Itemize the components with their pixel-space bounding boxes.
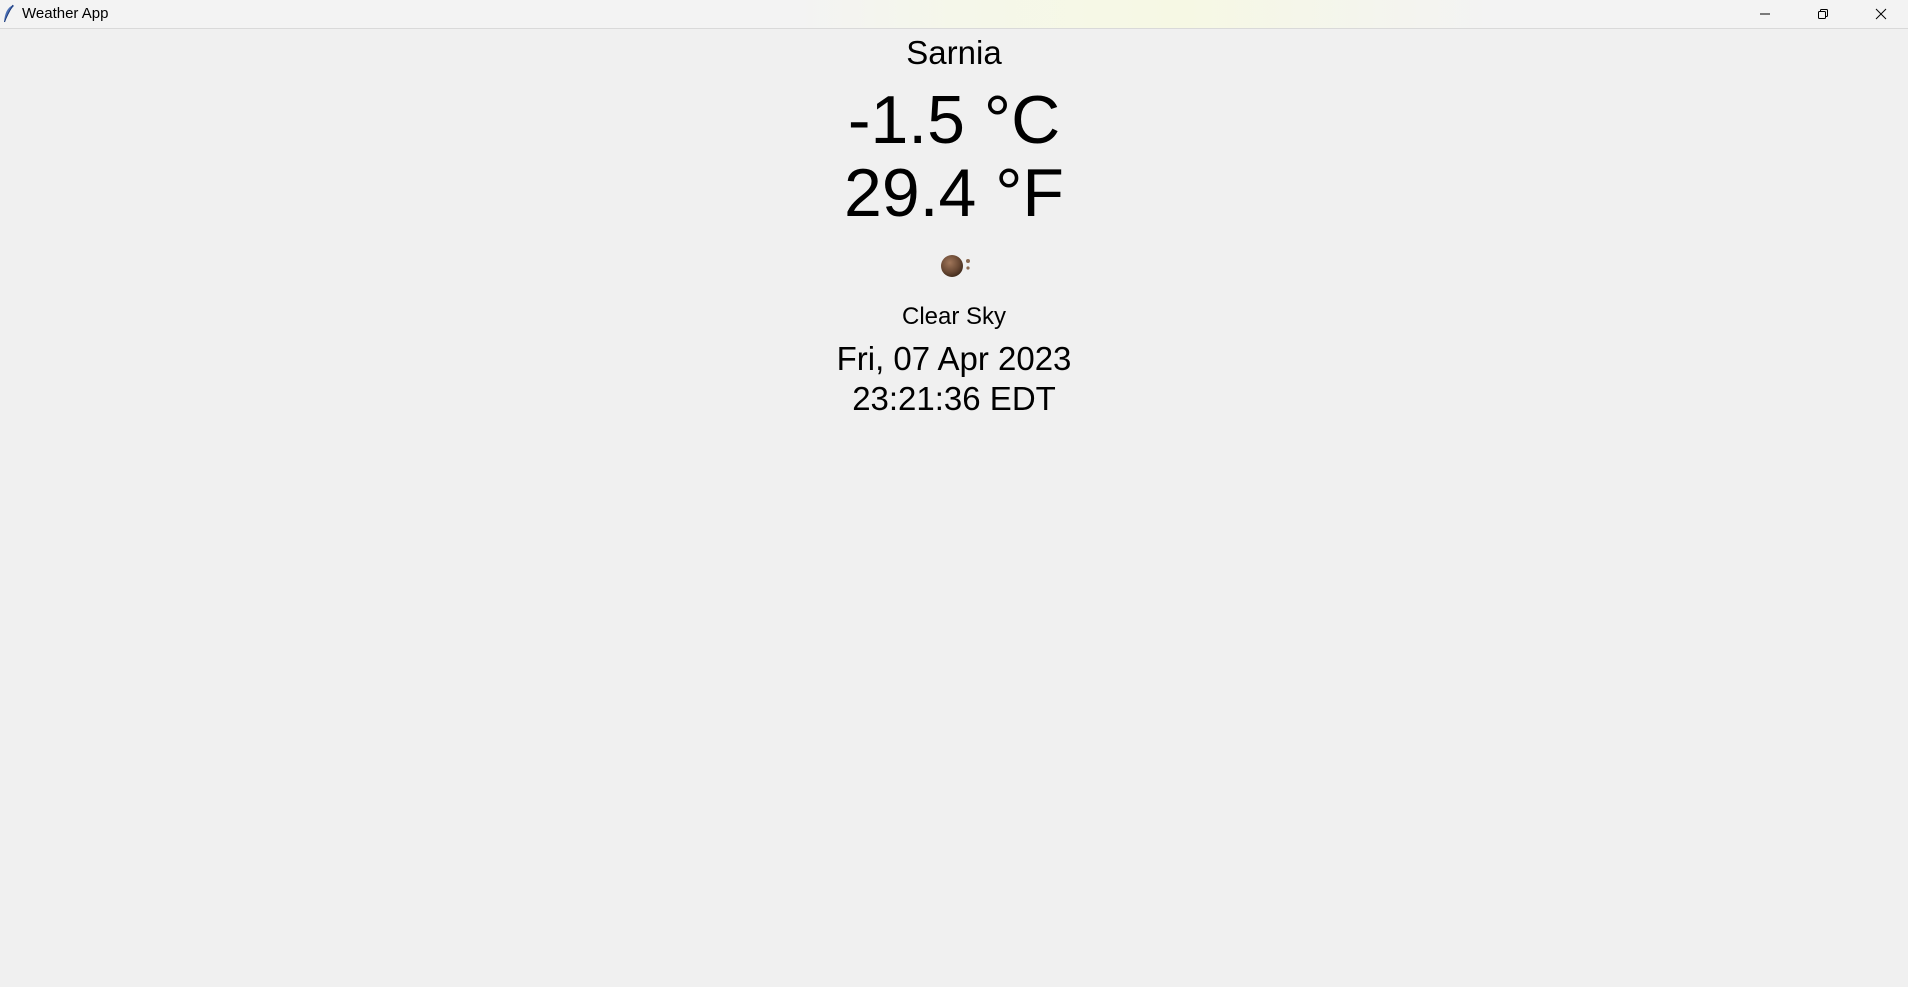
temperature-fahrenheit: 29.4 °F: [844, 155, 1064, 231]
weather-description: Clear Sky: [901, 303, 1007, 330]
close-button[interactable]: [1852, 0, 1908, 28]
close-icon: [1875, 8, 1887, 20]
feather-icon: [2, 4, 16, 24]
weather-app-window: Weather App Sarnia -1.5 °C 29.4 °F Clear…: [0, 0, 1908, 987]
moon-icon: [938, 251, 974, 279]
current-date: Fri, 07 Apr 2023: [836, 340, 1072, 377]
city-name: Sarnia: [906, 34, 1002, 71]
weather-panel: Sarnia -1.5 °C 29.4 °F Clear Sky Fri, 07…: [0, 29, 1908, 987]
minimize-button[interactable]: [1736, 0, 1794, 28]
maximize-button[interactable]: [1794, 0, 1852, 28]
temperature-celsius: -1.5 °C: [847, 82, 1061, 158]
window-title: Weather App: [22, 5, 109, 22]
title-bar[interactable]: Weather App: [0, 0, 1908, 29]
restore-icon: [1817, 8, 1829, 20]
minimize-icon: [1759, 8, 1771, 20]
current-time: 23:21:36 EDT: [852, 380, 1056, 417]
